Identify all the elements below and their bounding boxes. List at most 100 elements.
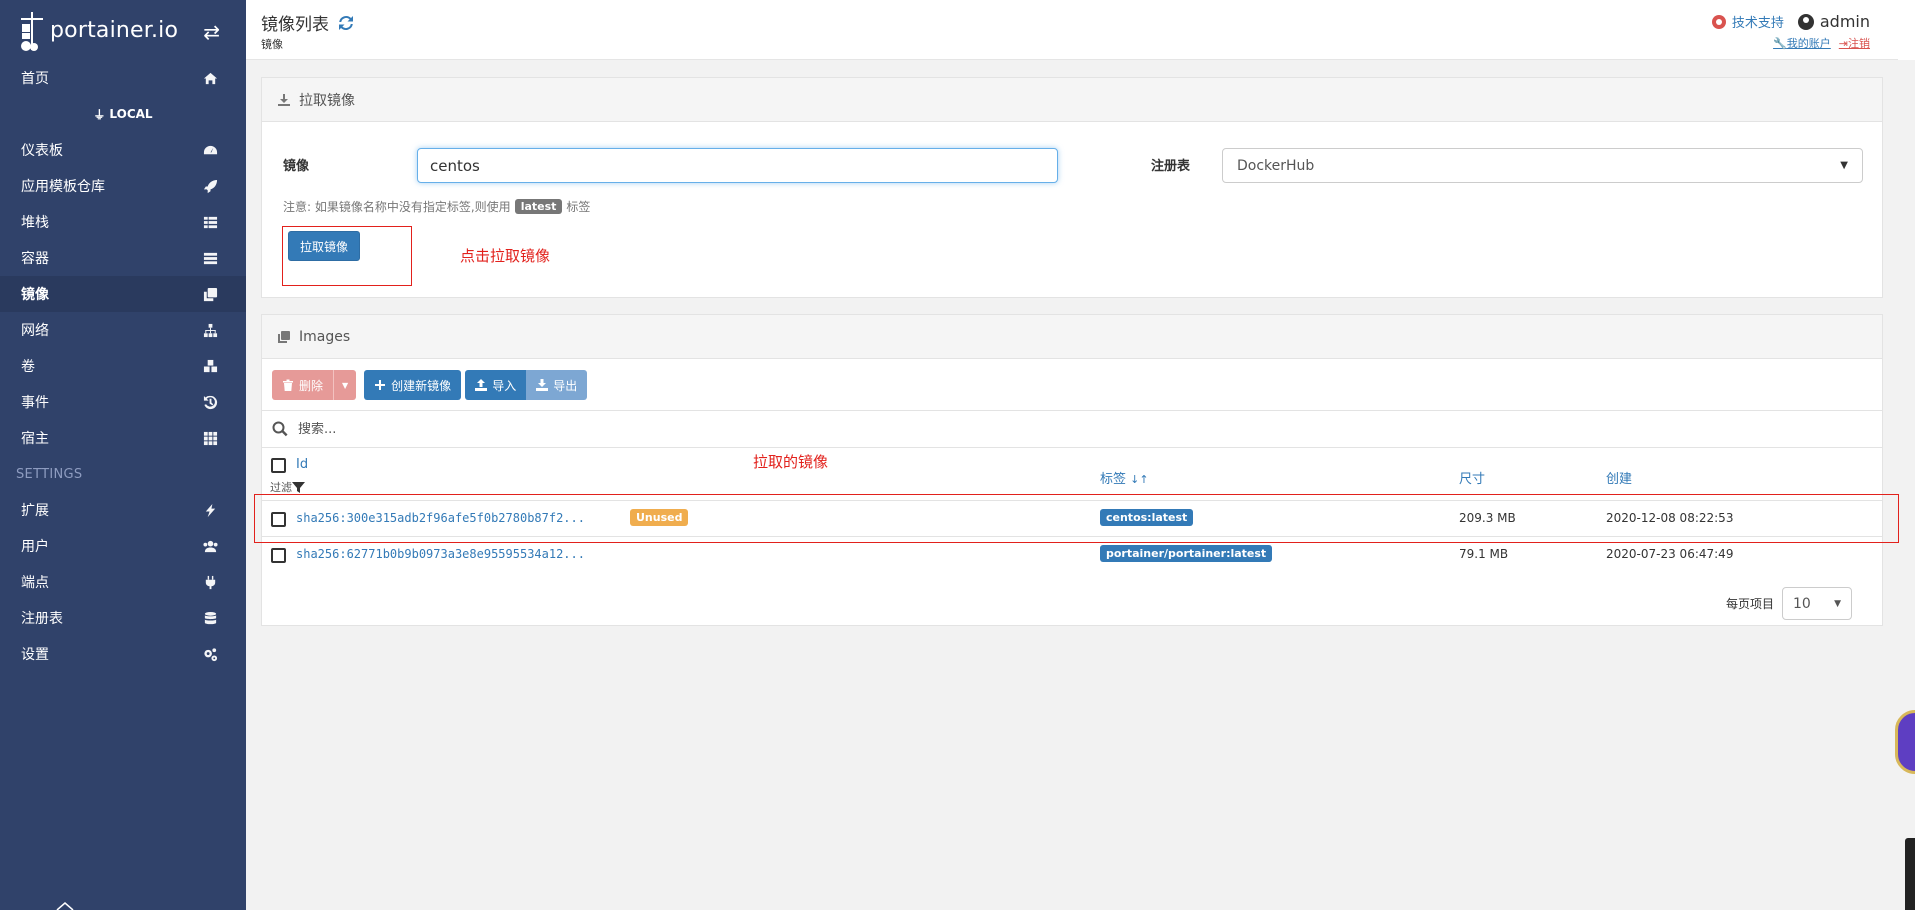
- pull-image-panel: 拉取镜像 镜像 注册表 DockerHub ▼ 注意: 如果镜像名称中没有指定标…: [261, 77, 1883, 298]
- refresh-icon[interactable]: [337, 14, 355, 32]
- delete-dropdown-toggle[interactable]: ▼: [333, 370, 357, 400]
- swap-icon[interactable]: ⇄: [203, 20, 220, 44]
- th-list-icon: [202, 214, 218, 230]
- sidebar-item-volumes[interactable]: 卷: [0, 348, 246, 384]
- page-header: 镜像列表 镜像 技术支持 admin 🔧我的账户 ⇥注销: [246, 0, 1898, 60]
- items-per-page-select[interactable]: 10 ▼: [1782, 587, 1852, 620]
- user-area: 技术支持 admin: [1711, 12, 1870, 31]
- sidebar-item-networks[interactable]: 网络: [0, 312, 246, 348]
- sort-icon: ↓↑: [1130, 473, 1149, 486]
- sidebar-item-label: 宿主: [21, 431, 49, 447]
- cogs-icon: [202, 646, 218, 662]
- delete-button[interactable]: 删除: [272, 370, 334, 400]
- sitemap-icon: [202, 322, 218, 338]
- sidebar-item-label: 仪表板: [21, 143, 63, 159]
- sidebar-item-stacks[interactable]: 堆栈: [0, 204, 246, 240]
- sidebar-item-label: 事件: [21, 395, 49, 411]
- footer-logo-icon: [56, 902, 74, 910]
- export-button[interactable]: 导出: [526, 370, 588, 400]
- sidebar-item-events[interactable]: 事件: [0, 384, 246, 420]
- server-icon: [202, 250, 218, 266]
- portainer-logo-icon: [18, 10, 46, 51]
- sidebar-item-label: 端点: [21, 575, 49, 591]
- plug-icon: ⏚: [93, 107, 106, 122]
- brand-name: portainer.io: [50, 17, 179, 43]
- sidebar-item-registries[interactable]: 注册表: [0, 600, 246, 636]
- environment-title: ⏚ LOCAL: [93, 107, 153, 122]
- logout-link[interactable]: ⇥注销: [1839, 35, 1870, 51]
- life-ring-icon: [1711, 14, 1726, 29]
- row-checkbox[interactable]: [271, 548, 286, 563]
- registry-select[interactable]: DockerHub ▼: [1222, 148, 1863, 183]
- image-name-input[interactable]: [417, 148, 1058, 183]
- column-created[interactable]: 创建: [1606, 468, 1632, 487]
- header-edge: [1898, 0, 1915, 60]
- search-bar: [262, 410, 1882, 448]
- sidebar-item-endpoints[interactable]: 端点: [0, 564, 246, 600]
- sidebar-item-images[interactable]: 镜像: [0, 276, 246, 312]
- pull-image-button[interactable]: 拉取镜像: [288, 231, 360, 261]
- database-icon: [202, 610, 218, 626]
- chevron-down-icon: ▼: [1840, 160, 1848, 171]
- sidebar-item-settings[interactable]: 设置: [0, 636, 246, 672]
- trash-icon: [282, 379, 294, 391]
- edge-widget: [1905, 838, 1915, 910]
- annotation-pulled-image: 拉取的镜像: [753, 453, 829, 471]
- pagination: 每页项目 10 ▼: [1726, 587, 1852, 620]
- column-tags[interactable]: 标签 ↓↑: [1100, 468, 1149, 487]
- sidebar-item-label: 用户: [21, 539, 49, 555]
- page-title: 镜像列表: [261, 10, 355, 35]
- sidebar-item-label: 容器: [21, 251, 49, 267]
- settings-section-title: SETTINGS: [16, 466, 83, 482]
- images-panel: Images 删除 ▼ 创建新镜像 导入 导出 搜索... Id 过滤 标签 ↓…: [261, 314, 1883, 626]
- sidebar-item-home[interactable]: 首页: [0, 60, 246, 96]
- search-input[interactable]: [298, 421, 698, 437]
- plug-icon: [202, 574, 218, 590]
- import-button[interactable]: 导入: [465, 370, 527, 400]
- upload-icon: [475, 379, 488, 391]
- image-tag-badge: portainer/portainer:latest: [1100, 545, 1273, 562]
- sidebar: portainer.io ⇄ 首页 ⏚ LOCAL 仪表板 应用模板仓库 堆栈 …: [0, 0, 246, 910]
- support-link[interactable]: 技术支持: [1711, 12, 1784, 31]
- sidebar-item-label: 首页: [21, 71, 49, 87]
- my-account-link[interactable]: 🔧我的账户: [1773, 35, 1831, 51]
- chevron-down-icon: ▼: [1834, 598, 1841, 609]
- items-per-page-label: 每页项目: [1725, 597, 1774, 611]
- sidebar-item-users[interactable]: 用户: [0, 528, 246, 564]
- sidebar-item-containers[interactable]: 容器: [0, 240, 246, 276]
- sidebar-item-label: 注册表: [21, 611, 63, 627]
- search-icon: [272, 421, 288, 437]
- sidebar-item-extensions[interactable]: 扩展: [0, 492, 246, 528]
- sidebar-item-label: 镜像: [21, 287, 49, 303]
- clone-icon: [277, 330, 291, 344]
- brand[interactable]: portainer.io ⇄: [0, 0, 246, 60]
- column-id[interactable]: Id: [296, 457, 308, 472]
- image-size: 79.1 MB: [1459, 547, 1509, 561]
- latest-badge: latest: [514, 199, 563, 214]
- sidebar-item-label: 扩展: [21, 503, 49, 519]
- th-icon: [202, 430, 218, 446]
- annotation-box-row: [254, 494, 1899, 543]
- tag-note: 注意: 如果镜像名称中没有指定标签,则使用 latest 标签: [283, 199, 591, 214]
- download-icon: [536, 379, 549, 391]
- filter-toggle[interactable]: 过滤: [270, 479, 305, 495]
- sidebar-item-app-templates[interactable]: 应用模板仓库: [0, 168, 246, 204]
- select-all-checkbox[interactable]: [271, 458, 286, 473]
- sidebar-item-label: 应用模板仓库: [21, 179, 105, 195]
- floating-avatar[interactable]: [1895, 710, 1915, 774]
- column-size[interactable]: 尺寸: [1459, 468, 1485, 487]
- filter-icon: [292, 481, 305, 493]
- pull-image-header: 拉取镜像: [262, 78, 1882, 122]
- user-links: 🔧我的账户 ⇥注销: [1765, 35, 1870, 51]
- tachometer-icon: [202, 142, 218, 158]
- caret-down-icon: ▼: [342, 380, 349, 390]
- clone-icon: [202, 286, 218, 302]
- image-created: 2020-07-23 06:47:49: [1606, 547, 1734, 561]
- create-image-button[interactable]: 创建新镜像: [364, 370, 462, 400]
- bolt-icon: [202, 502, 218, 518]
- users-icon: [202, 538, 218, 554]
- sidebar-item-host[interactable]: 宿主: [0, 420, 246, 456]
- history-icon: [202, 394, 218, 410]
- image-id-link[interactable]: sha256:62771b0b9b0973a3e8e95595534a12...: [296, 547, 585, 561]
- sidebar-item-dashboard[interactable]: 仪表板: [0, 132, 246, 168]
